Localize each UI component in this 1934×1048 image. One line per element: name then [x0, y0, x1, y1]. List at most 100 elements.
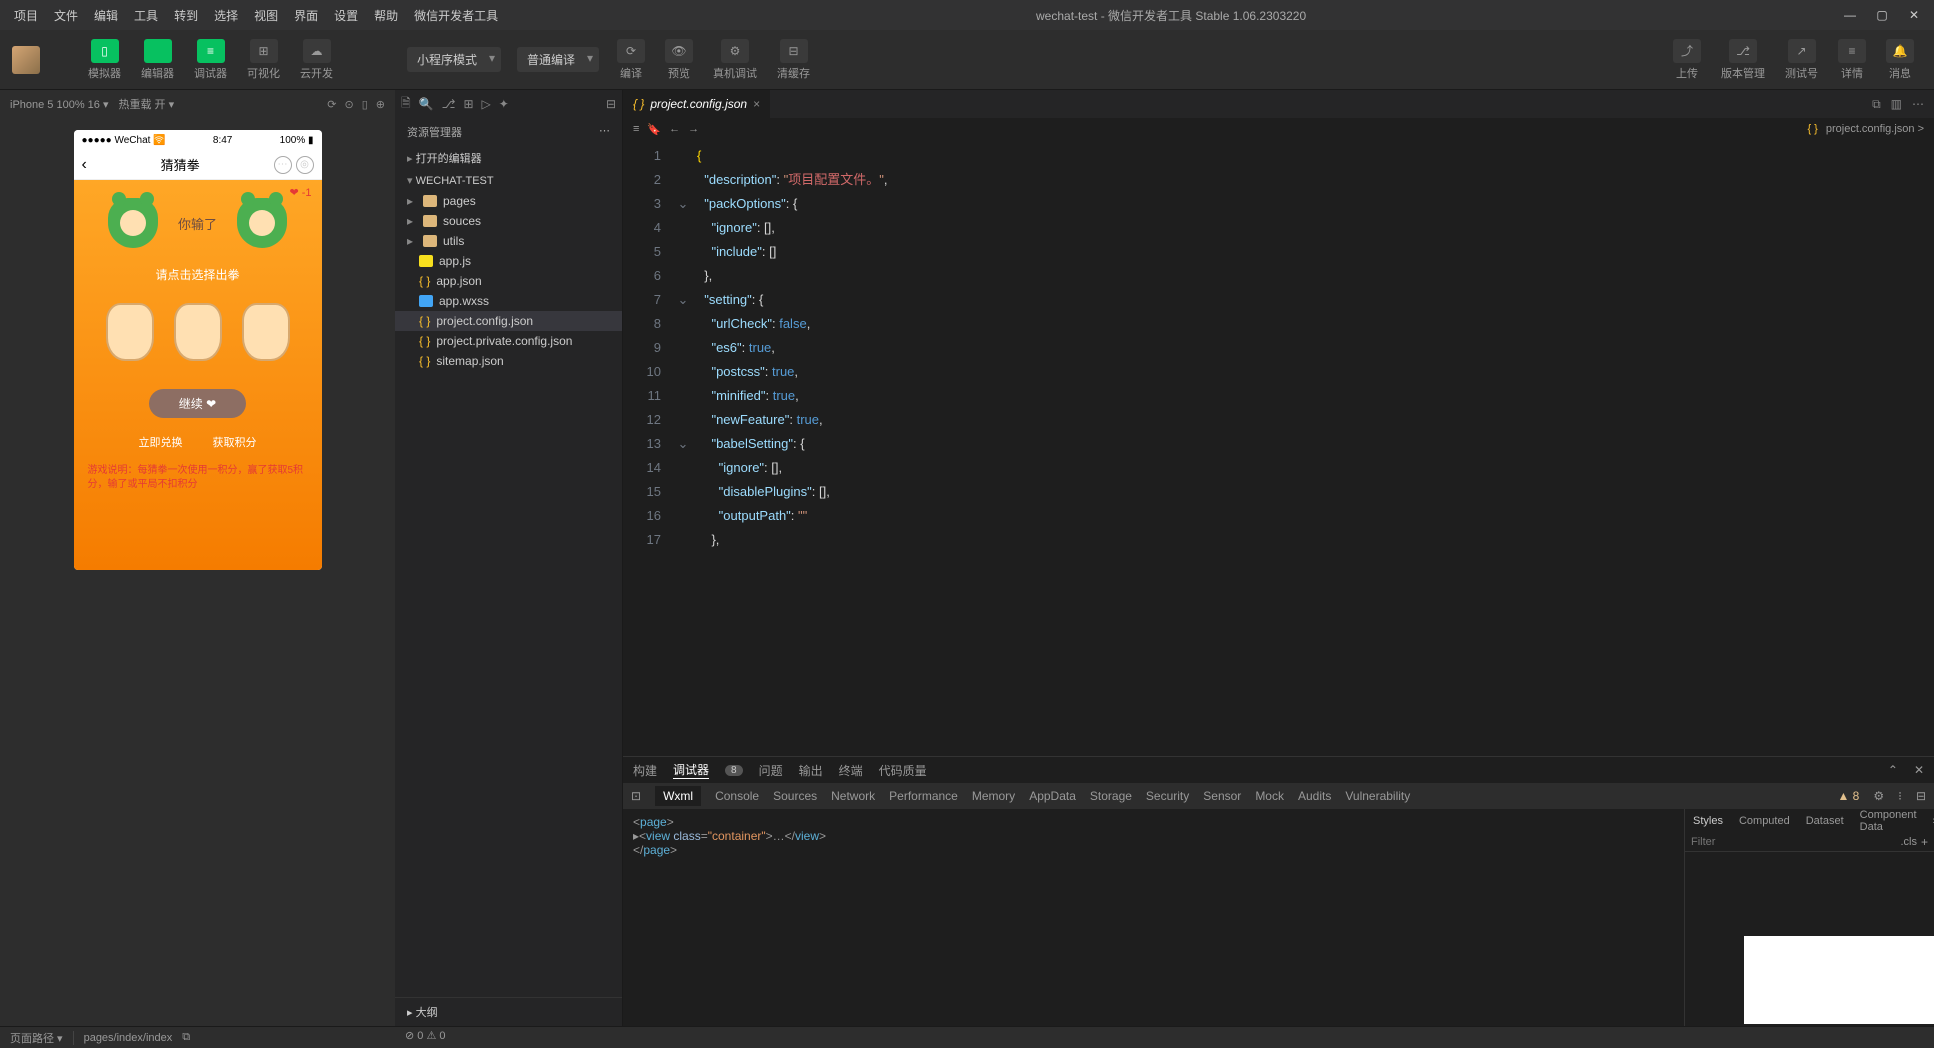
tool-消息[interactable]: 🔔消息: [1878, 39, 1922, 81]
devtools-tab-Console[interactable]: Console: [715, 789, 759, 803]
window-control[interactable]: ▢: [1870, 8, 1894, 22]
tool-模拟器[interactable]: ▯模拟器: [80, 39, 129, 81]
tree-item-utils[interactable]: utils: [395, 231, 622, 251]
warning-count[interactable]: ▲ 8: [1837, 789, 1859, 803]
tool-预览[interactable]: 👁预览: [657, 39, 701, 81]
game-link[interactable]: 获取积分: [213, 434, 257, 450]
menu-文件[interactable]: 文件: [48, 4, 84, 27]
chevron-up-icon[interactable]: ⌃: [1888, 763, 1898, 777]
menu-转到[interactable]: 转到: [168, 4, 204, 27]
search-icon[interactable]: 🔍: [419, 97, 434, 111]
debug-tab-输出[interactable]: 输出: [799, 762, 823, 779]
debug-tab-调试器[interactable]: 调试器: [673, 761, 709, 779]
mode-dropdown[interactable]: 小程序模式: [407, 47, 501, 72]
devtools-tab-Performance[interactable]: Performance: [889, 789, 958, 803]
tree-item-pages[interactable]: pages: [395, 191, 622, 211]
window-control[interactable]: —: [1838, 8, 1862, 22]
hand-paper[interactable]: [242, 303, 290, 361]
sim-icon[interactable]: ⊕: [376, 99, 385, 111]
split-icon[interactable]: ⧉: [1872, 97, 1881, 112]
tool-真机调试[interactable]: ⚙真机调试: [705, 39, 765, 81]
continue-button[interactable]: 继续 ❤: [149, 389, 246, 418]
capsule-close-icon[interactable]: ◎: [296, 156, 314, 174]
branch-icon[interactable]: ⎇: [442, 97, 456, 111]
styles-tab-Styles[interactable]: Styles: [1685, 811, 1731, 831]
page-path-label[interactable]: 页面路径 ▾: [10, 1030, 63, 1046]
tree-item-app.wxss[interactable]: app.wxss: [395, 291, 622, 311]
styles-tab-Component Data[interactable]: Component Data: [1852, 805, 1925, 837]
tool-云开发[interactable]: ☁云开发: [292, 39, 341, 81]
devtools-icon[interactable]: ⁝: [1898, 789, 1902, 803]
tool-上传[interactable]: ⤴上传: [1665, 39, 1709, 81]
styles-filter-input[interactable]: [1691, 836, 1900, 848]
tool-版本管理[interactable]: ⎇版本管理: [1713, 39, 1773, 81]
inspect-icon[interactable]: ⊡: [631, 789, 641, 803]
devtools-tab-Vulnerability[interactable]: Vulnerability: [1345, 789, 1410, 803]
device-select[interactable]: iPhone 5 100% 16 ▾: [10, 98, 108, 111]
more-icon[interactable]: ✦: [499, 97, 509, 111]
project-section[interactable]: WECHAT-TEST: [395, 170, 622, 191]
devtools-tab-Storage[interactable]: Storage: [1090, 789, 1132, 803]
more-icon[interactable]: »: [1925, 811, 1934, 831]
hand-rock[interactable]: [174, 303, 222, 361]
window-control[interactable]: ✕: [1902, 8, 1926, 22]
forward-icon[interactable]: →: [688, 123, 699, 135]
elements-tree[interactable]: <page> ▸<view class="container">…</view>…: [623, 809, 1684, 1026]
debug-tab-构建[interactable]: 构建: [633, 762, 657, 779]
menu-工具[interactable]: 工具: [128, 4, 164, 27]
devtools-tab-Security[interactable]: Security: [1146, 789, 1189, 803]
game-link[interactable]: 立即兑换: [139, 434, 183, 450]
close-icon[interactable]: ✕: [1914, 763, 1924, 777]
sim-icon[interactable]: ⟳: [327, 99, 336, 111]
add-icon[interactable]: +: [1921, 835, 1928, 849]
close-icon[interactable]: ×: [753, 97, 760, 111]
tree-item-project.private.config.json[interactable]: { }project.private.config.json: [395, 331, 622, 351]
styles-tab-Dataset[interactable]: Dataset: [1798, 811, 1852, 831]
styles-tab-Computed[interactable]: Computed: [1731, 811, 1798, 831]
devtools-tab-Sources[interactable]: Sources: [773, 789, 817, 803]
tree-item-app.json[interactable]: { }app.json: [395, 271, 622, 291]
menu-编辑[interactable]: 编辑: [88, 4, 124, 27]
tool-编译[interactable]: ⟳编译: [609, 39, 653, 81]
user-avatar[interactable]: [12, 46, 40, 74]
bookmark-icon[interactable]: 🔖: [647, 123, 661, 136]
tree-item-project.config.json[interactable]: { }project.config.json: [395, 311, 622, 331]
cls-toggle[interactable]: .cls: [1900, 836, 1917, 848]
devtools-tab-Network[interactable]: Network: [831, 789, 875, 803]
debug-tab-终端[interactable]: 终端: [839, 762, 863, 779]
page-path[interactable]: pages/index/index: [84, 1032, 173, 1044]
sim-icon[interactable]: ▯: [362, 99, 368, 111]
back-icon[interactable]: ←: [669, 123, 680, 135]
tree-item-app.js[interactable]: app.js: [395, 251, 622, 271]
debug-tab-代码质量[interactable]: 代码质量: [879, 762, 927, 779]
menu-视图[interactable]: 视图: [248, 4, 284, 27]
menu-界面[interactable]: 界面: [288, 4, 324, 27]
debug-tab-问题[interactable]: 问题: [759, 762, 783, 779]
devtools-icon[interactable]: ⚙: [1873, 789, 1884, 803]
menu-帮助[interactable]: 帮助: [368, 4, 404, 27]
tool-清缓存[interactable]: ⊟清缓存: [769, 39, 818, 81]
devtools-tab-Memory[interactable]: Memory: [972, 789, 1015, 803]
devtools-tab-Mock[interactable]: Mock: [1255, 789, 1284, 803]
tree-item-souces[interactable]: souces: [395, 211, 622, 231]
tool-编辑器[interactable]: 编辑器: [133, 39, 182, 81]
menu-项目[interactable]: 项目: [8, 4, 44, 27]
debug-icon[interactable]: ▷: [482, 97, 491, 111]
devtools-tab-Audits[interactable]: Audits: [1298, 789, 1331, 803]
sim-icon[interactable]: ⊙: [345, 99, 354, 111]
open-editors-section[interactable]: 打开的编辑器: [395, 146, 622, 170]
compile-dropdown[interactable]: 普通编译: [517, 47, 599, 72]
menu-选择[interactable]: 选择: [208, 4, 244, 27]
tool-详情[interactable]: ≡详情: [1830, 39, 1874, 81]
code-editor[interactable]: 1234567891011121314151617 ⌄⌄⌄ { "descrip…: [623, 140, 1934, 756]
layout-icon[interactable]: ▥: [1891, 97, 1902, 112]
problems-count[interactable]: ⊘ 0 ⚠ 0: [405, 1029, 445, 1042]
copy-icon[interactable]: ⧉: [182, 1031, 190, 1044]
devtools-tab-Wxml[interactable]: Wxml: [655, 786, 701, 806]
devtools-icon[interactable]: ⊟: [1916, 789, 1926, 803]
list-icon[interactable]: ≡: [633, 123, 639, 135]
tool-测试号[interactable]: ↗测试号: [1777, 39, 1826, 81]
devtools-tab-Sensor[interactable]: Sensor: [1203, 789, 1241, 803]
menu-微信开发者工具[interactable]: 微信开发者工具: [408, 4, 504, 27]
files-icon[interactable]: 🗎: [401, 94, 411, 115]
